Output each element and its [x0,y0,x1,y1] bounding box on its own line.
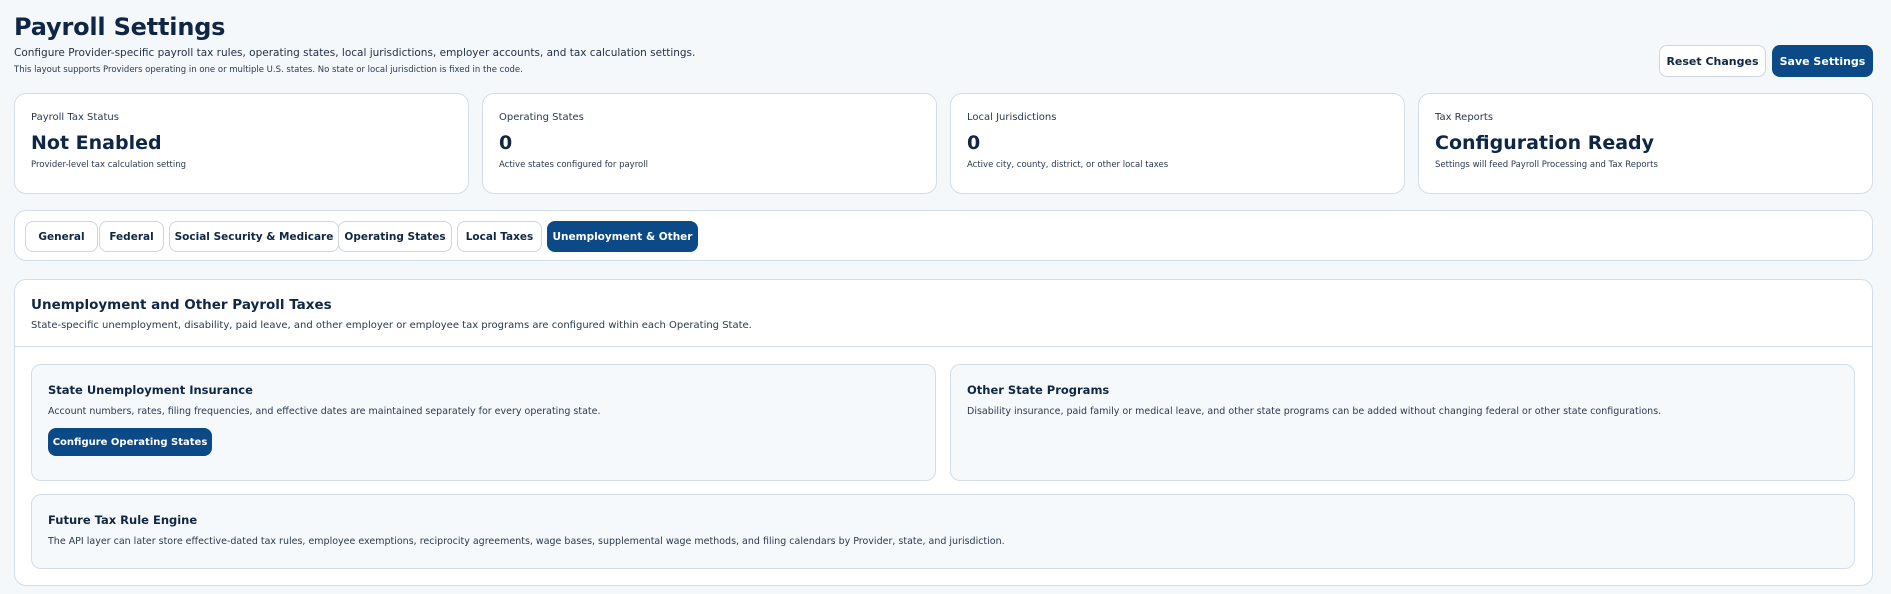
stat-value: 0 [967,132,981,154]
stat-card-operating-states: Operating States 0 Active states configu… [482,93,937,194]
stat-card-tax-reports: Tax Reports Configuration Ready Settings… [1418,93,1873,194]
card-desc: The API layer can later store effective-… [48,536,1005,547]
stat-desc: Settings will feed Payroll Processing an… [1435,160,1658,170]
stat-label: Payroll Tax Status [31,112,119,123]
card-state-unemployment-insurance: State Unemployment Insurance Account num… [31,364,936,481]
tab-social-security-medicare[interactable]: Social Security & Medicare [169,221,339,252]
stat-desc: Provider-level tax calculation setting [31,160,187,170]
save-settings-button[interactable]: Save Settings [1772,45,1873,77]
page-subtitle: Configure Provider-specific payroll tax … [14,47,696,59]
unemployment-section: Unemployment and Other Payroll Taxes Sta… [14,279,1873,586]
stat-value: Not Enabled [31,132,162,154]
stat-card-payroll-tax-status: Payroll Tax Status Not Enabled Provider-… [14,93,469,194]
tab-federal[interactable]: Federal [99,221,164,252]
card-title: Future Tax Rule Engine [48,513,198,527]
configure-operating-states-button[interactable]: Configure Operating States [48,428,212,456]
section-divider [15,346,1872,347]
card-desc: Account numbers, rates, filing frequenci… [48,406,601,417]
tab-unemployment-other[interactable]: Unemployment & Other [547,221,698,252]
section-desc: State-specific unemployment, disability,… [31,320,752,331]
stat-value: Configuration Ready [1435,132,1655,154]
card-title: Other State Programs [967,383,1110,397]
stat-desc: Active city, county, district, or other … [967,160,1169,170]
settings-tabs: General Federal Social Security & Medica… [14,210,1873,261]
stat-label: Operating States [499,112,584,123]
page-title: Payroll Settings [14,13,226,41]
stat-value: 0 [499,132,513,154]
section-title: Unemployment and Other Payroll Taxes [31,297,332,313]
stat-desc: Active states configured for payroll [499,160,648,170]
card-other-state-programs: Other State Programs Disability insuranc… [950,364,1855,481]
reset-changes-button[interactable]: Reset Changes [1659,45,1766,77]
card-future-tax-rule-engine: Future Tax Rule Engine The API layer can… [31,494,1855,569]
card-desc: Disability insurance, paid family or med… [967,406,1662,417]
card-title: State Unemployment Insurance [48,383,253,397]
tab-local-taxes[interactable]: Local Taxes [457,221,542,252]
tab-operating-states[interactable]: Operating States [338,221,452,252]
stat-label: Local Jurisdictions [967,112,1057,123]
stat-label: Tax Reports [1435,112,1494,123]
tab-general[interactable]: General [25,221,98,252]
page-note: This layout supports Providers operating… [14,65,523,75]
stat-card-local-jurisdictions: Local Jurisdictions 0 Active city, count… [950,93,1405,194]
